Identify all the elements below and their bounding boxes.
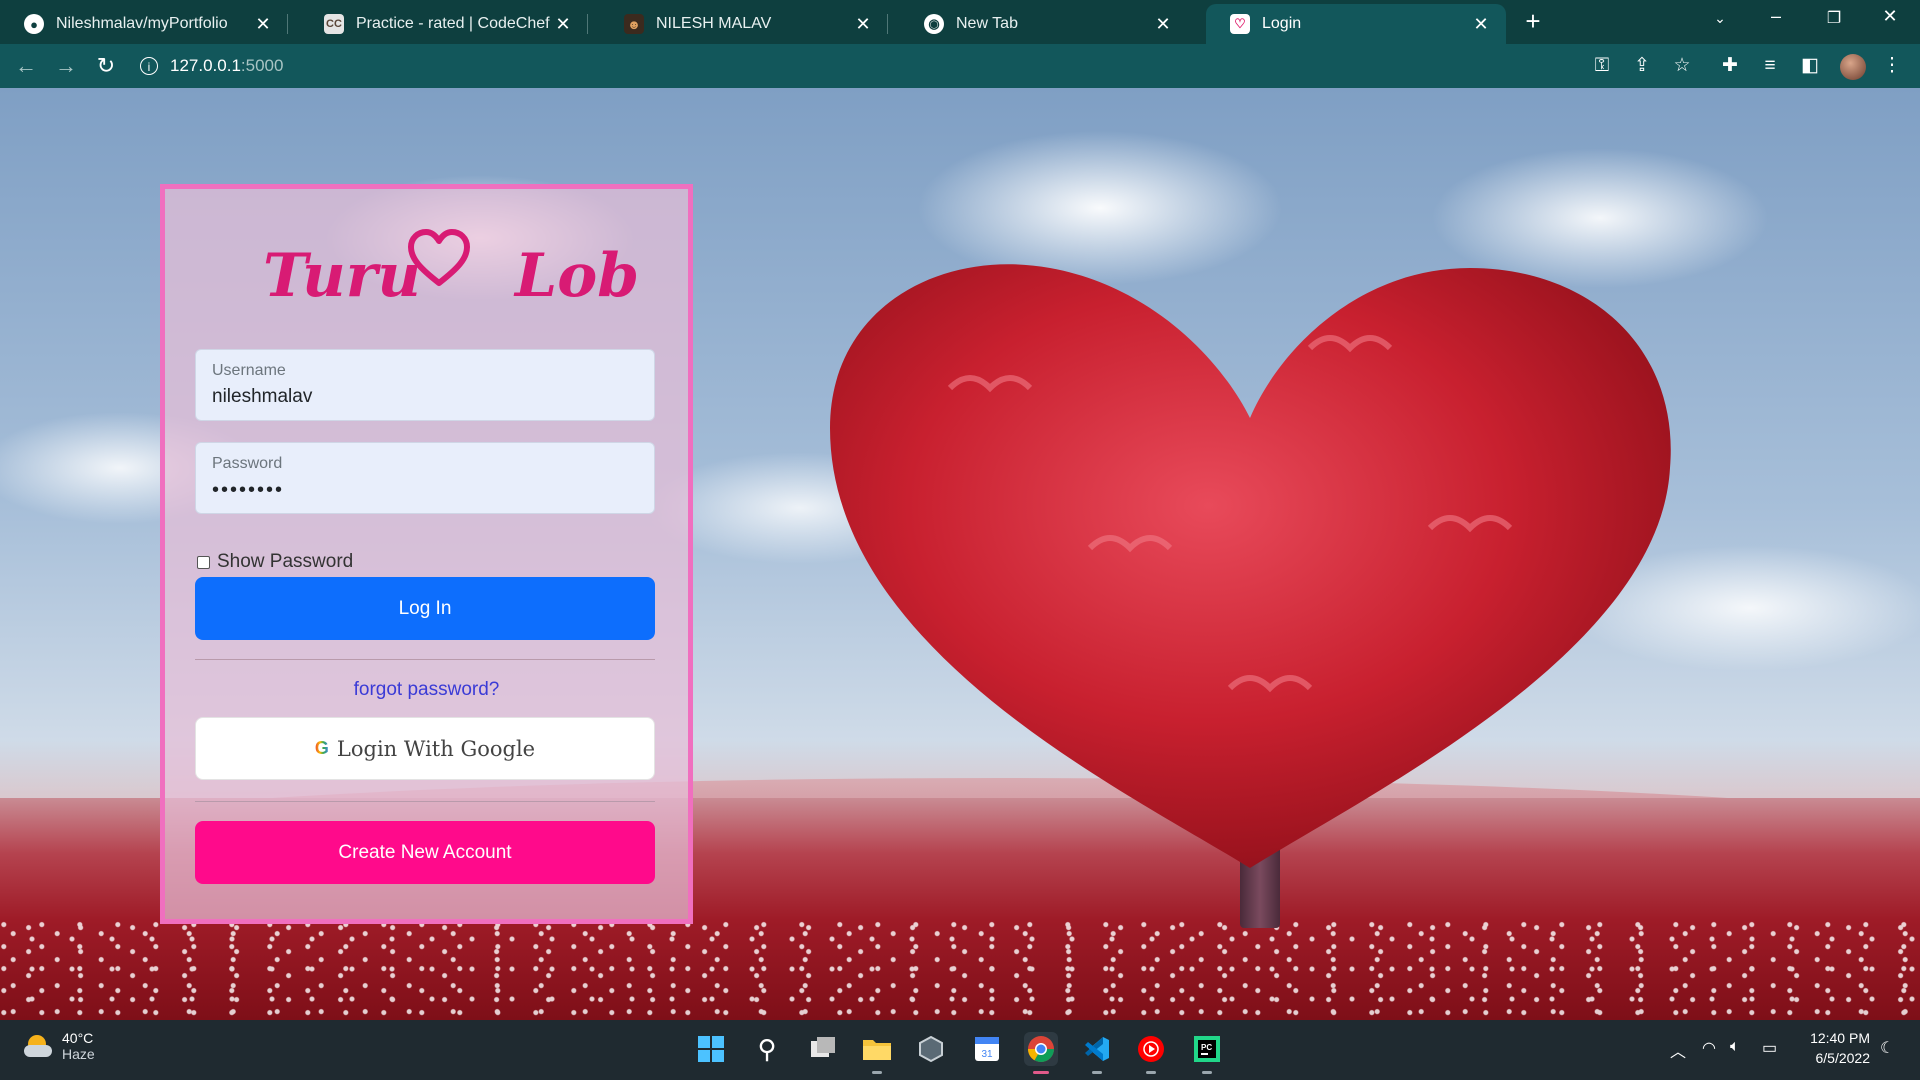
forward-icon[interactable]: → bbox=[52, 52, 80, 80]
password-value[interactable]: •••••••• bbox=[212, 479, 638, 502]
show-password-label: Show Password bbox=[217, 551, 354, 572]
pycharm-icon[interactable]: PC bbox=[1190, 1032, 1224, 1074]
side-panel-icon[interactable]: ◧ bbox=[1798, 54, 1822, 78]
battery-icon[interactable]: ▭ bbox=[1762, 1038, 1777, 1058]
tab-title: Login bbox=[1262, 15, 1302, 32]
tab-search-icon[interactable]: ⌄ bbox=[1700, 10, 1740, 27]
clock-date: 6/5/2022 bbox=[1815, 1050, 1871, 1066]
share-icon[interactable]: ⇪ bbox=[1630, 54, 1654, 78]
page-viewport: Turu Lob Username nileshmalav Password •… bbox=[0, 88, 1920, 1020]
tab-title: New Tab bbox=[956, 15, 1018, 32]
google-icon: G bbox=[314, 738, 329, 758]
url-port: :5000 bbox=[240, 56, 284, 75]
login-card: Turu Lob Username nileshmalav Password •… bbox=[160, 184, 693, 924]
bookmark-star-icon[interactable]: ☆ bbox=[1670, 54, 1694, 78]
url-host: 127.0.0.1 bbox=[170, 56, 241, 75]
show-hidden-icons[interactable]: ︿ bbox=[1670, 1038, 1686, 1062]
running-indicator bbox=[1202, 1071, 1212, 1074]
show-password-checkbox[interactable] bbox=[197, 555, 210, 569]
running-indicator bbox=[1146, 1071, 1156, 1074]
github-icon: ● bbox=[24, 14, 44, 34]
vscode-icon[interactable] bbox=[1080, 1032, 1114, 1074]
google-login-label: Login With Google bbox=[336, 736, 536, 761]
create-account-button[interactable]: Create New Account bbox=[195, 821, 655, 884]
clock-time: 12:40 PM bbox=[1810, 1030, 1870, 1046]
wifi-icon[interactable]: ◠ bbox=[1702, 1038, 1716, 1058]
heart-tree-image bbox=[830, 264, 1671, 869]
portfolio-icon: ☻ bbox=[624, 14, 644, 34]
tab-github-portfolio[interactable]: ● Nileshmalav/myPortfolio ✕ bbox=[0, 4, 288, 44]
tab-login[interactable]: ♡ Login ✕ bbox=[1206, 4, 1506, 44]
username-field[interactable]: Username nileshmalav bbox=[195, 349, 655, 421]
restore-button[interactable]: ❐ bbox=[1814, 8, 1854, 28]
heart-icon: ♡ bbox=[1230, 14, 1250, 34]
username-label: Username bbox=[212, 362, 286, 379]
unity-hub-icon[interactable] bbox=[914, 1032, 948, 1066]
tab-title: NILESH MALAV bbox=[656, 15, 772, 32]
close-tab-icon[interactable]: ✕ bbox=[1152, 14, 1174, 35]
extensions-icon[interactable]: ✚ bbox=[1718, 54, 1742, 78]
close-tab-icon[interactable]: ✕ bbox=[852, 14, 874, 35]
password-label: Password bbox=[212, 455, 283, 472]
divider bbox=[195, 801, 655, 802]
show-password-toggle[interactable]: Show Password bbox=[197, 551, 353, 573]
windows-taskbar: 40°C Haze ⚲ 31 PC ︿ ◠ 🔈︎ ▭ 12:40 PM 6/5/ bbox=[0, 1020, 1920, 1080]
divider bbox=[195, 659, 655, 660]
svg-text:31: 31 bbox=[981, 1049, 993, 1060]
reload-icon[interactable]: ↻ bbox=[92, 52, 120, 80]
brand-word-1: Turu bbox=[263, 241, 421, 311]
close-tab-icon[interactable]: ✕ bbox=[1470, 14, 1492, 35]
svg-text:PC: PC bbox=[1201, 1043, 1212, 1052]
weather-haze-icon bbox=[24, 1035, 52, 1057]
username-value[interactable]: nileshmalav bbox=[212, 386, 638, 408]
heart-outline-icon bbox=[408, 229, 470, 286]
address-bar: ← → ↻ i 127.0.0.1:5000 ⚿ ⇪ ☆ ✚ ≡ ◧ ⋮ bbox=[0, 44, 1920, 88]
forgot-password-link[interactable]: forgot password? bbox=[165, 679, 688, 701]
profile-avatar[interactable] bbox=[1840, 54, 1866, 80]
tab-title: Nileshmalav/myPortfolio bbox=[56, 15, 228, 32]
background-flowers bbox=[0, 918, 1920, 1020]
calendar-icon[interactable]: 31 bbox=[970, 1032, 1004, 1066]
notifications-icon[interactable]: ☾ bbox=[1880, 1038, 1894, 1058]
chrome-icon: ◉ bbox=[924, 14, 944, 34]
start-menu-icon[interactable] bbox=[694, 1032, 728, 1066]
browser-tab-strip: ● Nileshmalav/myPortfolio ✕ CC Practice … bbox=[0, 0, 1920, 44]
chrome-taskbar-icon[interactable] bbox=[1024, 1032, 1058, 1074]
weather-temperature: 40°C bbox=[62, 1030, 94, 1046]
tab-new-tab[interactable]: ◉ New Tab ✕ bbox=[900, 4, 1188, 44]
file-explorer-icon[interactable] bbox=[860, 1032, 894, 1074]
close-tab-icon[interactable]: ✕ bbox=[552, 14, 574, 35]
media-control-icon[interactable]: ≡ bbox=[1758, 54, 1782, 78]
weather-widget[interactable]: 40°C Haze bbox=[24, 1030, 95, 1062]
active-indicator bbox=[1033, 1071, 1049, 1074]
task-view-icon[interactable] bbox=[806, 1032, 840, 1066]
minimize-button[interactable]: – bbox=[1756, 6, 1796, 27]
search-icon[interactable]: ⚲ bbox=[750, 1032, 784, 1066]
site-info-icon[interactable]: i bbox=[140, 57, 158, 75]
running-indicator bbox=[1092, 1071, 1102, 1074]
codechef-icon: CC bbox=[324, 14, 344, 34]
chrome-menu-icon[interactable]: ⋮ bbox=[1880, 54, 1904, 78]
volume-icon[interactable]: 🔈︎ bbox=[1730, 1038, 1740, 1056]
close-window-button[interactable]: ✕ bbox=[1870, 6, 1910, 27]
password-field[interactable]: Password •••••••• bbox=[195, 442, 655, 514]
tab-nilesh-malav[interactable]: ☻ NILESH MALAV ✕ bbox=[600, 4, 888, 44]
login-button[interactable]: Log In bbox=[195, 577, 655, 640]
password-key-icon[interactable]: ⚿ bbox=[1590, 54, 1614, 78]
url-input[interactable]: i 127.0.0.1:5000 bbox=[140, 50, 1840, 82]
weather-description: Haze bbox=[62, 1046, 95, 1062]
brand-word-2: Lob bbox=[515, 241, 640, 311]
back-icon[interactable]: ← bbox=[12, 52, 40, 80]
brand-logo: Turu Lob bbox=[165, 229, 688, 319]
tab-codechef[interactable]: CC Practice - rated | CodeChef ✕ bbox=[300, 4, 588, 44]
tab-title: Practice - rated | CodeChef bbox=[356, 15, 550, 32]
youtube-music-icon[interactable] bbox=[1134, 1032, 1168, 1074]
system-clock[interactable]: 12:40 PM 6/5/2022 bbox=[1800, 1028, 1870, 1068]
google-login-button[interactable]: G Login With Google bbox=[195, 717, 655, 780]
running-indicator bbox=[872, 1071, 882, 1074]
new-tab-button[interactable]: + bbox=[1518, 6, 1548, 37]
close-tab-icon[interactable]: ✕ bbox=[252, 14, 274, 35]
